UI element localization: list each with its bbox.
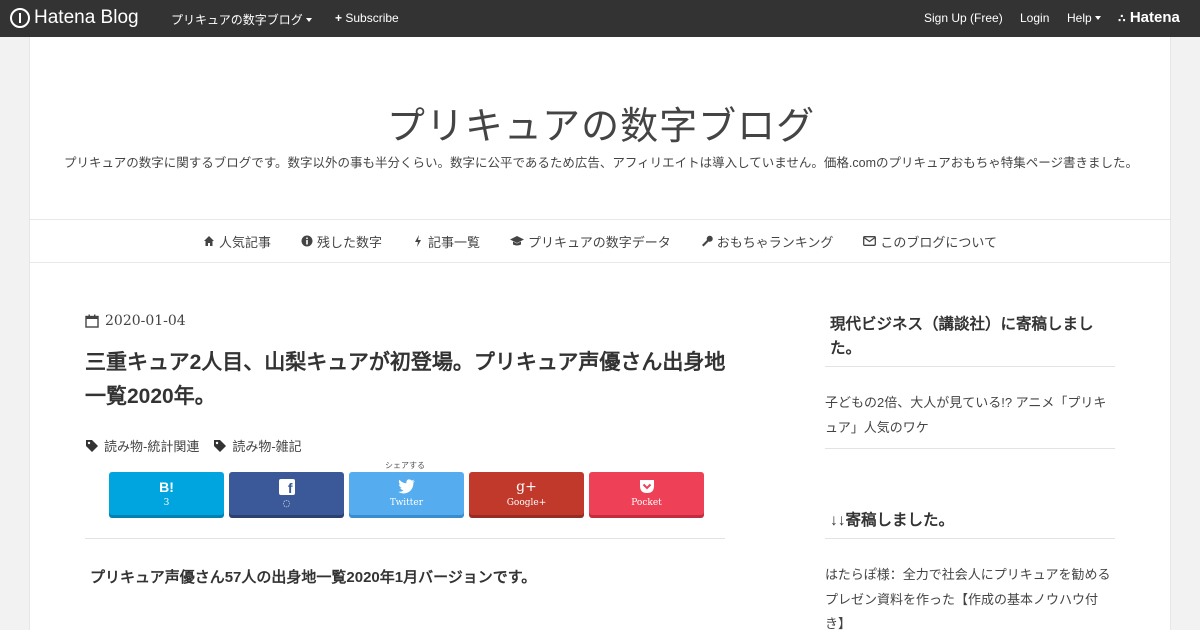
googleplus-icon: g+	[516, 478, 537, 495]
hatena-dots-icon: ∴	[1118, 13, 1126, 25]
signup-link[interactable]: Sign Up (Free)	[924, 11, 1003, 25]
chevron-down-icon	[1094, 16, 1101, 20]
nav-label: 残した数字	[316, 234, 382, 250]
help-label: Help	[1067, 11, 1092, 25]
article-lead: プリキュア声優さん57人の出身地一覧2020年1月バージョンです。	[90, 569, 537, 586]
blog-description: プリキュアの数字に関するブログです。数字以外の事も半分くらい。数字に公平であるた…	[64, 156, 1138, 170]
nav-label: 記事一覧	[428, 234, 481, 250]
sidebar-divider	[825, 538, 1115, 539]
info-icon	[301, 235, 313, 247]
wrench-icon	[701, 235, 713, 247]
sidebar-divider	[825, 448, 1115, 449]
hatena-label: Hatena	[1129, 9, 1180, 26]
nav-item-archive[interactable]: 記事一覧	[412, 232, 480, 251]
sidebar-link[interactable]: はたらぽ様：全力で社会人にプリキュアを勧めるプレゼン資料を作った【作成の基本ノウ…	[825, 563, 1115, 630]
hatena-bookmark-button[interactable]: B! 3	[109, 472, 224, 515]
date-text: 2020-01-04	[105, 313, 186, 329]
facebook-share-button[interactable]: f ◌	[229, 472, 344, 515]
hatena-blog-logo[interactable]: Hatena Blog	[10, 7, 139, 29]
nav-label: プリキュアの数字データ	[528, 234, 671, 250]
nav-item-data[interactable]: プリキュアの数字データ	[510, 232, 671, 251]
global-header: Hatena Blog プリキュアの数字ブログ + Subscribe Sign…	[0, 0, 1200, 37]
facebook-icon: f	[278, 478, 295, 496]
nav-item-popular[interactable]: 人気記事	[203, 232, 271, 251]
hatena-link[interactable]: ∴ Hatena	[1118, 9, 1180, 26]
article-title[interactable]: 三重キュア2人目、山梨キュアが初登場。プリキュア声優さん出身地一覧2020年。	[85, 346, 735, 414]
pocket-share-button[interactable]: Pocket	[589, 472, 704, 515]
article-date[interactable]: 2020-01-04	[85, 313, 186, 329]
nav-label: 人気記事	[218, 234, 271, 250]
article-divider	[85, 538, 725, 539]
subscribe-button[interactable]: + Subscribe	[335, 11, 399, 25]
bookmark-count: 3	[163, 497, 170, 508]
home-icon	[203, 236, 214, 246]
twitter-label: Twitter	[389, 498, 424, 508]
pocket-icon	[639, 480, 654, 493]
bolt-icon	[415, 235, 421, 247]
envelope-icon	[863, 236, 877, 246]
nav-label: このブログについて	[880, 234, 998, 250]
calendar-icon	[85, 314, 99, 328]
hatena-logo-icon	[10, 8, 30, 28]
graduation-cap-icon	[510, 236, 525, 246]
category-label: 読み物-雑記	[232, 439, 302, 454]
help-dropdown[interactable]: Help	[1067, 11, 1101, 25]
googleplus-share-button[interactable]: g+ Google+	[469, 472, 584, 515]
blog-menu-dropdown[interactable]: プリキュアの数字ブログ	[171, 11, 312, 28]
category-link[interactable]: 読み物-雑記	[213, 436, 302, 455]
sidebar-link[interactable]: 子どもの2倍、大人が見ている!? アニメ「プリキュア」人気のワケ	[825, 391, 1115, 440]
blog-title[interactable]: プリキュアの数字ブログ	[30, 95, 1172, 150]
loading-icon: ◌	[282, 498, 291, 509]
chevron-down-icon	[305, 18, 312, 22]
category-link[interactable]: 読み物-統計関連	[85, 436, 199, 455]
login-link[interactable]: Login	[1020, 11, 1049, 25]
share-label: シェアする	[385, 461, 425, 470]
hatena-bookmark-icon: B!	[159, 478, 174, 495]
logo-text: Hatena Blog	[34, 7, 139, 28]
pocket-label: Pocket	[631, 498, 662, 508]
article-categories: 読み物-統計関連 読み物-雑記	[85, 436, 302, 455]
nav-item-numbers[interactable]: 残した数字	[301, 232, 382, 251]
sidebar-divider	[825, 366, 1115, 367]
twitter-icon	[397, 479, 415, 494]
nav-item-ranking[interactable]: おもちゃランキング	[701, 232, 834, 251]
sidebar-section-title: ↓↓寄稿しました。	[830, 512, 955, 529]
share-buttons: B! 3 f ◌ Twitter g+ Google+ Pocket	[109, 472, 704, 515]
googleplus-label: Google+	[506, 497, 547, 508]
sidebar-section-title: 現代ビジネス（講談社）に寄稿しました。	[830, 316, 1094, 357]
blog-menu-label: プリキュアの数字ブログ	[171, 13, 303, 27]
twitter-share-button[interactable]: Twitter	[349, 472, 464, 515]
subscribe-label: Subscribe	[345, 11, 399, 25]
category-label: 読み物-統計関連	[104, 439, 200, 454]
tag-icon	[86, 439, 98, 452]
nav-label: おもちゃランキング	[716, 234, 834, 250]
tag-icon	[214, 439, 227, 452]
global-nav: 人気記事 残した数字 記事一覧 プリキュアの数字データ おもちゃランキング この…	[30, 219, 1170, 263]
plus-icon: +	[335, 11, 343, 25]
nav-item-about[interactable]: このブログについて	[863, 232, 997, 251]
